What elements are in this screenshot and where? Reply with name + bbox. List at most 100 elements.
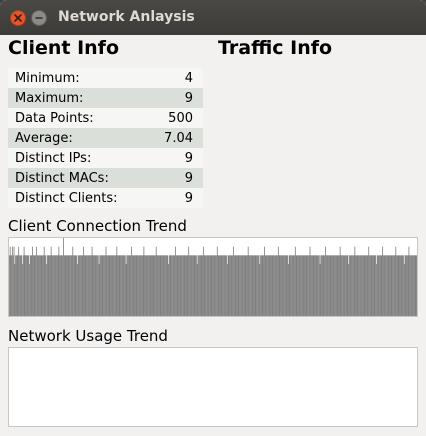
trend-bar bbox=[266, 255, 268, 316]
trend-bar bbox=[377, 255, 379, 316]
trend-bar bbox=[317, 255, 319, 316]
trend-bar bbox=[203, 255, 205, 316]
trend-bar bbox=[44, 255, 46, 316]
trend-bar bbox=[304, 255, 306, 316]
trend-bar bbox=[137, 255, 139, 316]
trend-bar bbox=[62, 255, 64, 316]
trend-bar bbox=[331, 255, 333, 316]
trend-bar bbox=[165, 255, 167, 316]
trend-bar bbox=[125, 264, 127, 316]
trend-bar bbox=[21, 255, 23, 316]
trend-bar bbox=[66, 255, 68, 316]
trend-bar bbox=[192, 255, 194, 316]
trend-bar bbox=[211, 255, 213, 316]
trend-bar bbox=[117, 255, 119, 316]
trend-bar bbox=[360, 255, 362, 316]
trend-bar bbox=[212, 255, 214, 316]
trend-bar bbox=[151, 255, 153, 316]
trend-bar bbox=[95, 255, 97, 316]
trend-bar bbox=[108, 255, 110, 316]
trend-bar bbox=[236, 255, 238, 316]
trend-bar bbox=[185, 255, 187, 316]
stat-row-maximum: Maximum: 9 bbox=[8, 88, 203, 108]
trend-bar bbox=[406, 255, 408, 316]
trend-bar bbox=[270, 255, 272, 316]
trend-bar bbox=[345, 255, 347, 316]
trend-bar bbox=[359, 255, 360, 316]
trend-bar bbox=[388, 255, 390, 316]
trend-bar bbox=[145, 255, 147, 316]
trend-bar bbox=[259, 264, 261, 316]
main-content: Client Info Traffic Info Minimum: 4 Maxi… bbox=[0, 35, 426, 436]
trend-bar bbox=[213, 255, 214, 316]
trend-bar bbox=[139, 255, 141, 316]
trend-bar bbox=[93, 255, 95, 316]
trend-bar bbox=[22, 255, 24, 316]
trend-bar bbox=[142, 255, 144, 316]
trend-bar bbox=[380, 255, 382, 316]
trend-bar bbox=[314, 255, 316, 316]
trend-bar bbox=[401, 255, 403, 316]
trend-bar bbox=[394, 255, 396, 316]
trend-bar bbox=[288, 255, 290, 316]
trend-bar bbox=[33, 255, 35, 316]
trend-bar bbox=[14, 264, 16, 316]
minimize-button[interactable] bbox=[31, 10, 47, 26]
traffic-info-heading: Traffic Info bbox=[218, 37, 333, 59]
trend-bar bbox=[196, 255, 197, 316]
trend-bar bbox=[324, 255, 326, 316]
trend-bar bbox=[355, 255, 357, 316]
trend-bar bbox=[281, 255, 282, 316]
trend-bar bbox=[25, 255, 27, 316]
trend-bar bbox=[396, 255, 397, 316]
trend-bar bbox=[365, 255, 367, 316]
trend-bar bbox=[73, 255, 74, 316]
trend-bar bbox=[161, 255, 163, 316]
trend-bar bbox=[267, 255, 268, 316]
close-button[interactable] bbox=[10, 10, 26, 26]
trend-bar bbox=[174, 255, 176, 316]
trend-bar bbox=[145, 255, 146, 316]
trend-bar bbox=[373, 255, 375, 316]
trend-bar bbox=[353, 255, 355, 316]
trend-bar bbox=[213, 255, 215, 316]
trend-bar bbox=[116, 246, 118, 316]
trend-bar bbox=[407, 255, 409, 316]
trend-bar bbox=[270, 255, 272, 316]
trend-bar bbox=[206, 255, 207, 316]
trend-bar bbox=[237, 255, 239, 316]
trend-bar bbox=[53, 255, 55, 316]
trend-bar bbox=[97, 255, 99, 316]
trend-bar bbox=[239, 255, 241, 316]
trend-bar bbox=[111, 255, 112, 316]
trend-bar bbox=[177, 255, 179, 316]
trend-bar bbox=[85, 255, 87, 316]
trend-bar bbox=[151, 255, 153, 316]
trend-bar bbox=[9, 255, 10, 316]
trend-bar bbox=[304, 255, 306, 316]
trend-bar bbox=[175, 255, 177, 316]
trend-bar bbox=[342, 255, 343, 316]
app-window: Network Anlaysis Client Info Traffic Inf… bbox=[0, 0, 426, 436]
trend-bar bbox=[355, 255, 357, 316]
trend-bar bbox=[168, 264, 170, 316]
trend-bar bbox=[115, 255, 117, 316]
trend-bar bbox=[114, 255, 116, 316]
trend-bar bbox=[271, 255, 273, 316]
trend-bar bbox=[339, 246, 341, 316]
trend-bar bbox=[136, 255, 138, 316]
trend-bar bbox=[38, 255, 40, 316]
trend-bar bbox=[94, 255, 95, 316]
trend-bar bbox=[368, 246, 370, 316]
trend-bar bbox=[200, 255, 202, 316]
trend-bar bbox=[65, 255, 67, 316]
title-bar: Network Anlaysis bbox=[0, 0, 426, 35]
trend-bar bbox=[240, 255, 241, 316]
trend-bar bbox=[279, 255, 281, 316]
trend-bar bbox=[124, 255, 125, 316]
trend-bar bbox=[154, 255, 156, 316]
trend-bar bbox=[338, 255, 340, 316]
trend-bar bbox=[77, 255, 79, 316]
stat-row-distinct-clients: Distinct Clients: 9 bbox=[8, 188, 203, 208]
trend-bar bbox=[375, 255, 377, 316]
